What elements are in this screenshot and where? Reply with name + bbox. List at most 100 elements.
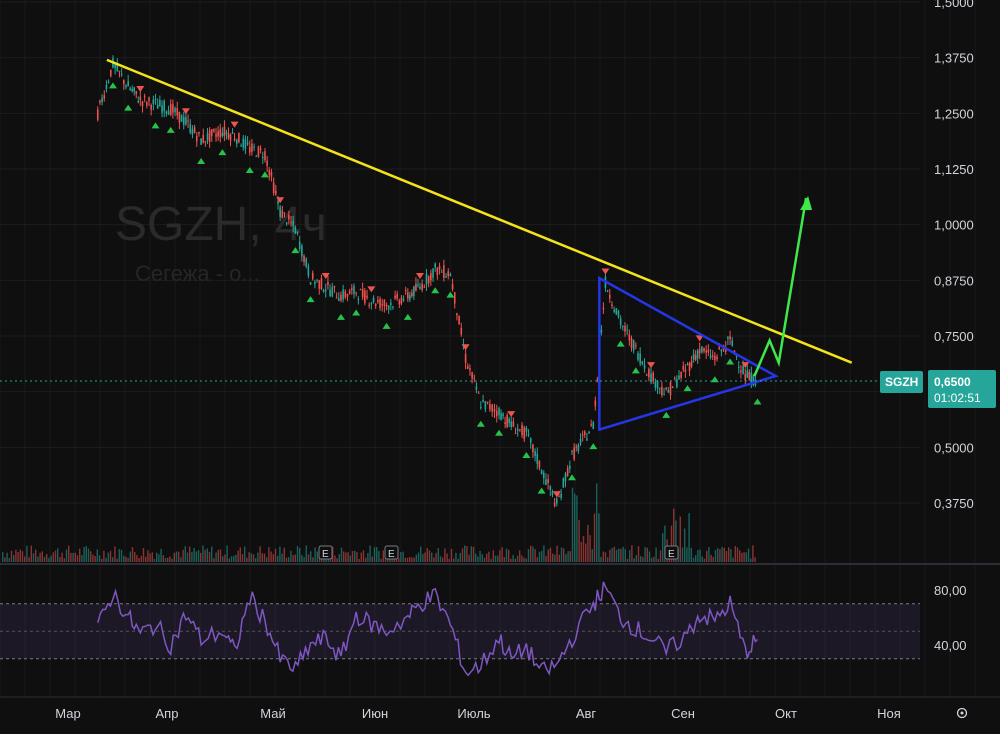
volume-bar — [46, 554, 48, 562]
candle-body — [357, 299, 360, 301]
candle-body — [285, 222, 288, 225]
volume-bar — [32, 553, 35, 562]
chart-svg[interactable]: SGZH, 4ч Сегежа - о... EEE 1,50001,37501… — [0, 0, 1000, 734]
gear-icon[interactable] — [956, 707, 968, 719]
candle-body — [266, 160, 268, 166]
candle-body — [491, 404, 493, 412]
volume-bar — [296, 546, 299, 562]
volume-bar — [635, 555, 637, 562]
volume-bar — [299, 547, 301, 562]
candle-body — [233, 138, 236, 140]
volume-bar — [206, 548, 208, 562]
candle-body — [626, 329, 628, 331]
volume-bar — [21, 551, 24, 562]
candle-body — [318, 280, 321, 289]
volume-bar — [752, 545, 754, 562]
event-marker[interactable]: E — [318, 545, 333, 560]
volume-bar — [545, 555, 547, 562]
volume-bar — [686, 547, 688, 562]
volume-bar — [6, 552, 8, 562]
candle-body — [611, 304, 613, 306]
volume-bar — [725, 551, 728, 562]
candle-body — [407, 292, 409, 299]
candle-body — [560, 493, 562, 498]
candle-body — [527, 433, 530, 435]
volume-bar — [224, 554, 226, 562]
price-axis[interactable]: 1,5000 1,3750 1,2500 1,1250 1,0000 0,8750 0,75… — [934, 0, 974, 511]
candle-body — [398, 300, 401, 305]
volume-bar — [538, 551, 541, 562]
volume-bar — [402, 551, 404, 562]
candle-body — [645, 374, 648, 376]
volume-bar — [79, 548, 81, 562]
candle-body — [549, 486, 552, 490]
volume-bar — [259, 546, 261, 562]
candle-body — [558, 496, 560, 498]
volume-bar — [213, 558, 215, 562]
volume-bar — [338, 554, 340, 562]
volume-bar — [279, 546, 281, 562]
candle-body — [493, 408, 496, 412]
volume-bar — [376, 547, 378, 562]
candle-body — [711, 355, 714, 357]
buy-signal-marker — [245, 166, 254, 173]
volume-bar — [717, 548, 719, 562]
volume-bar — [244, 546, 246, 562]
buy-signal-marker — [382, 322, 391, 329]
candle-body — [682, 365, 685, 370]
sell-signal-marker — [367, 286, 376, 293]
candle-body — [714, 355, 716, 361]
candle-body — [661, 386, 663, 395]
candle-body — [495, 410, 498, 417]
candle-body — [663, 394, 665, 396]
volume-bar — [486, 553, 488, 562]
candle-body — [225, 132, 228, 134]
volume-bar — [347, 552, 349, 562]
buy-signal-marker — [108, 82, 117, 89]
volume-bar — [61, 552, 63, 562]
event-marker[interactable]: E — [664, 545, 679, 560]
volume-bar — [351, 551, 354, 562]
volume-bar — [437, 548, 439, 562]
candle-body — [150, 105, 152, 110]
volume-bar — [607, 557, 609, 562]
volume-bar — [290, 550, 292, 562]
volume-bar — [684, 528, 686, 562]
candle-body — [96, 109, 99, 120]
volume-bar — [13, 555, 15, 562]
volume-bar — [175, 551, 178, 562]
volume-bar — [340, 547, 343, 562]
sell-signal-marker — [136, 85, 145, 92]
candle-body — [684, 369, 687, 372]
volume-bar — [195, 551, 197, 562]
candle-body — [103, 95, 106, 99]
candle-body — [270, 171, 273, 177]
candle-body — [123, 79, 125, 84]
volume-bar — [600, 556, 602, 562]
candle-body — [331, 287, 334, 297]
volume-bar — [162, 555, 164, 562]
volume-bar — [404, 557, 406, 562]
volume-bar — [510, 558, 512, 562]
candle-body — [508, 419, 510, 424]
volume-bar — [604, 552, 607, 562]
event-marker[interactable]: E — [384, 545, 399, 560]
time-axis-label: Июн — [362, 706, 388, 721]
candle-body — [353, 285, 355, 294]
candle-body — [127, 81, 129, 87]
candle-body — [383, 300, 386, 306]
candle-body — [425, 273, 428, 285]
candle-body — [322, 289, 325, 292]
volume-bar — [252, 554, 255, 562]
volume-bar — [732, 557, 734, 562]
buy-signal-marker — [753, 398, 762, 405]
time-axis-label: Ноя — [877, 706, 901, 721]
candle-body — [737, 366, 740, 368]
candle-body — [458, 315, 460, 325]
candle-body — [409, 295, 411, 300]
time-axis[interactable]: Мар Апр Май Июн Июль Авг Сен Окт Ноя — [55, 706, 901, 721]
volume-bar — [466, 545, 468, 562]
volume-bar — [343, 551, 345, 562]
signal-markers — [108, 82, 762, 498]
candle-body — [148, 97, 150, 102]
